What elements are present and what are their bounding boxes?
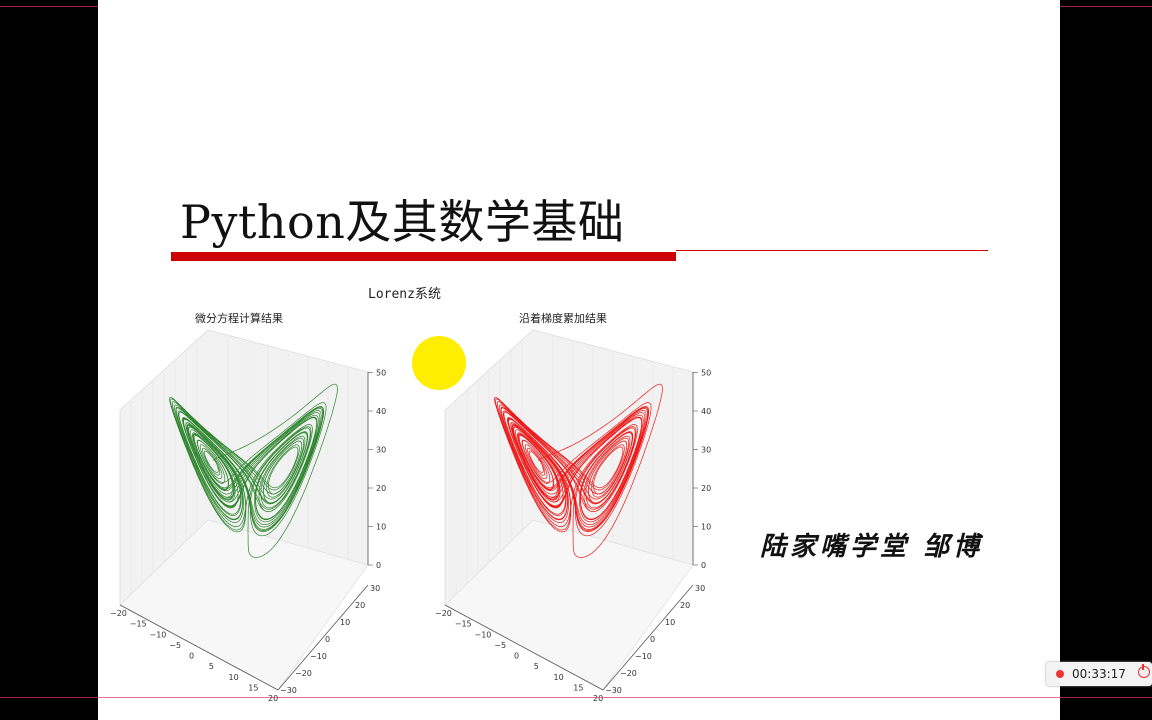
z-tick-label: 0 bbox=[376, 561, 381, 570]
x-tick-label: 10 bbox=[554, 673, 564, 682]
left-3d-plot: 010203040503020100−10−20−30−20−15−10−505… bbox=[110, 329, 386, 703]
y-tick-label: −20 bbox=[620, 669, 637, 678]
y-tick-label: −20 bbox=[295, 669, 312, 678]
x-tick-label: 5 bbox=[534, 662, 539, 671]
x-tick-label: −15 bbox=[130, 620, 147, 629]
z-tick-label: 30 bbox=[376, 446, 386, 455]
author-signature: 陆家嘴学堂 邹博 bbox=[760, 532, 984, 562]
z-tick-label: 40 bbox=[376, 407, 386, 416]
y-tick-label: −30 bbox=[605, 686, 622, 695]
x-tick-label: 10 bbox=[229, 673, 239, 682]
x-tick-label: 15 bbox=[248, 683, 258, 692]
x-tick-label: −10 bbox=[150, 630, 167, 639]
recording-widget[interactable]: 00:33:17 bbox=[1046, 662, 1152, 686]
x-tick-label: 15 bbox=[573, 683, 583, 692]
power-icon[interactable] bbox=[1138, 664, 1150, 678]
x-tick-label: −5 bbox=[169, 641, 181, 650]
x-tick-label: 20 bbox=[268, 694, 278, 703]
y-tick-label: 10 bbox=[340, 618, 350, 627]
z-tick-label: 50 bbox=[701, 369, 711, 378]
record-dot-icon bbox=[1056, 670, 1064, 678]
z-tick-label: 20 bbox=[376, 484, 386, 493]
x-tick-label: 0 bbox=[189, 652, 194, 661]
z-tick-label: 0 bbox=[701, 561, 706, 570]
right-3d-plot: 010203040503020100−10−20−30−20−15−10−505… bbox=[435, 329, 711, 703]
screen-bottom-line bbox=[0, 697, 1152, 698]
x-tick-label: −10 bbox=[475, 630, 492, 639]
z-tick-label: 10 bbox=[376, 523, 386, 532]
y-tick-label: −10 bbox=[310, 652, 327, 661]
lorenz-figure: 010203040503020100−10−20−30−20−15−10−505… bbox=[110, 329, 711, 703]
recording-time: 00:33:17 bbox=[1072, 667, 1126, 681]
y-tick-label: 20 bbox=[355, 601, 365, 610]
y-tick-label: 0 bbox=[650, 635, 655, 644]
y-tick-label: 20 bbox=[680, 601, 690, 610]
y-tick-label: 10 bbox=[665, 618, 675, 627]
y-tick-label: −10 bbox=[635, 652, 652, 661]
x-tick-label: −15 bbox=[455, 620, 472, 629]
z-tick-label: 20 bbox=[701, 484, 711, 493]
z-tick-label: 50 bbox=[376, 369, 386, 378]
x-tick-label: 5 bbox=[209, 662, 214, 671]
y-tick-label: −30 bbox=[280, 686, 297, 695]
x-tick-label: 20 bbox=[593, 694, 603, 703]
y-tick-label: 0 bbox=[325, 635, 330, 644]
x-tick-label: −5 bbox=[494, 641, 506, 650]
presentation-slide: Python及其数学基础 Lorenz系统 微分方程计算结果 沿着梯度累加结果 … bbox=[98, 0, 1060, 720]
y-tick-label: 30 bbox=[370, 584, 380, 593]
x-tick-label: −20 bbox=[435, 609, 452, 618]
z-tick-label: 40 bbox=[701, 407, 711, 416]
z-tick-label: 30 bbox=[701, 446, 711, 455]
x-tick-label: −20 bbox=[110, 609, 127, 618]
y-tick-label: 30 bbox=[695, 584, 705, 593]
cursor-highlight bbox=[412, 336, 466, 390]
z-tick-label: 10 bbox=[701, 523, 711, 532]
x-tick-label: 0 bbox=[514, 652, 519, 661]
